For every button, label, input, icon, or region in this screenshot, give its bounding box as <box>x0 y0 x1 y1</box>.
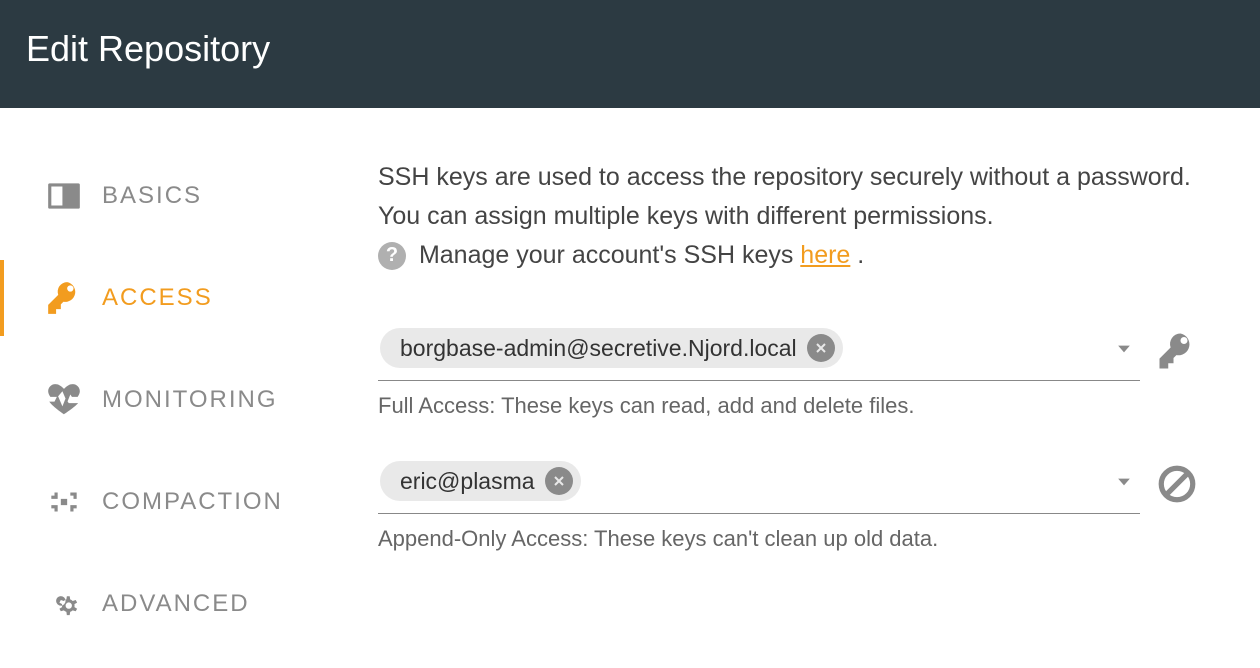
full-access-helper: Full Access: These keys can read, add an… <box>378 393 1198 419</box>
chip-label: eric@plasma <box>400 468 535 495</box>
intro-text: SSH keys are used to access the reposito… <box>378 158 1198 274</box>
close-icon <box>551 473 567 489</box>
sidebar-item-monitoring[interactable]: Monitoring <box>0 362 348 438</box>
append-only-row: eric@plasma <box>378 453 1198 514</box>
append-only-select[interactable]: eric@plasma <box>378 453 1140 514</box>
sidebar-item-advanced[interactable]: Advanced <box>0 566 348 642</box>
sidebar-item-label: Advanced <box>102 590 250 618</box>
compress-icon <box>44 482 84 522</box>
chevron-down-icon <box>1114 471 1134 491</box>
close-icon <box>813 340 829 356</box>
sidebar-item-label: Monitoring <box>102 386 278 414</box>
append-only-helper: Append-Only Access: These keys can't cle… <box>378 526 1198 552</box>
sidebar-item-basics[interactable]: Basics <box>0 158 348 234</box>
key-chip: borgbase-admin@secretive.Njord.local <box>380 328 843 368</box>
chevron-down-icon <box>1114 338 1134 358</box>
ban-icon <box>1156 463 1198 505</box>
key-icon <box>1156 330 1198 372</box>
help-icon[interactable]: ? <box>378 242 406 270</box>
sidebar-item-label: Basics <box>102 182 202 210</box>
sidebar: Basics Access Monitoring Compaction Adva <box>0 108 348 668</box>
sidebar-item-access[interactable]: Access <box>0 260 348 336</box>
heartbeat-icon <box>44 380 84 420</box>
key-chip: eric@plasma <box>380 461 581 501</box>
columns-icon <box>44 176 84 216</box>
chip-remove-button[interactable] <box>545 467 573 495</box>
page-title: Edit Repository <box>26 28 270 69</box>
sidebar-item-compaction[interactable]: Compaction <box>0 464 348 540</box>
key-icon <box>44 278 84 318</box>
chip-remove-button[interactable] <box>807 334 835 362</box>
header: Edit Repository <box>0 0 1260 108</box>
sidebar-item-label: Compaction <box>102 488 283 516</box>
full-access-select[interactable]: borgbase-admin@secretive.Njord.local <box>378 320 1140 381</box>
gears-icon <box>44 584 84 624</box>
manage-keys-link[interactable]: here <box>800 241 850 269</box>
chip-label: borgbase-admin@secretive.Njord.local <box>400 335 797 362</box>
full-access-row: borgbase-admin@secretive.Njord.local <box>378 320 1198 381</box>
content: SSH keys are used to access the reposito… <box>348 108 1218 668</box>
sidebar-item-label: Access <box>102 284 213 312</box>
